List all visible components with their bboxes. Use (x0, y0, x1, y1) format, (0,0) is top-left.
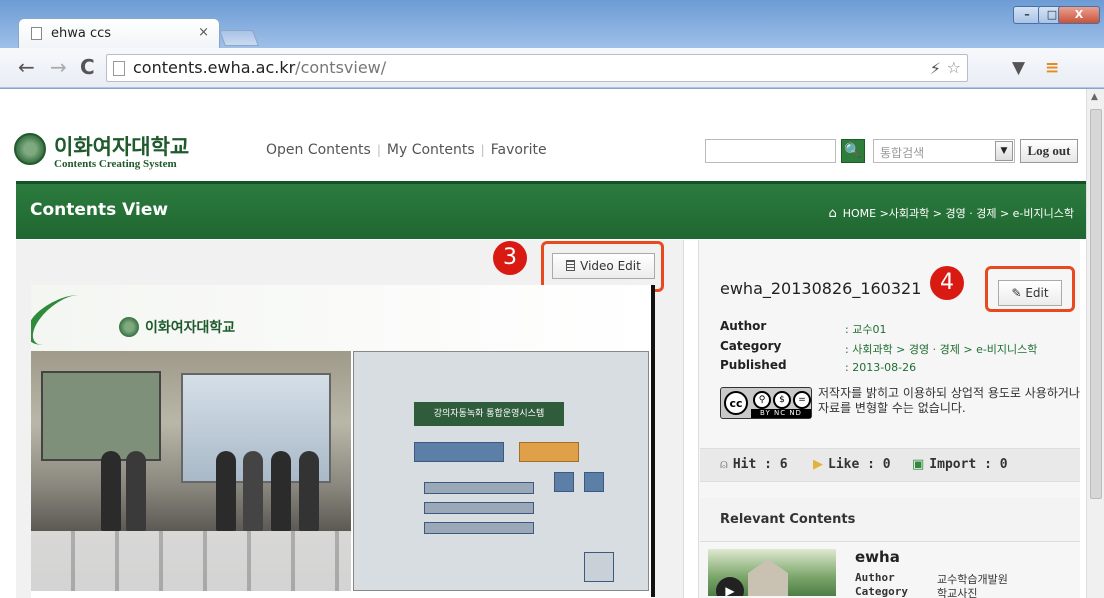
new-tab-button[interactable] (219, 30, 259, 46)
video-player[interactable]: 이화여자대학교 강의자동녹화 통합운영시스템 (31, 285, 655, 598)
chevron-down-icon[interactable]: ▼ (995, 141, 1013, 161)
slide-box (554, 472, 574, 492)
meta-label: Category (720, 339, 782, 353)
license-text: 저작자를 밝히고 이용하되 상업적 용도로 사용하거나 자료를 변형할 수는 없… (818, 386, 1080, 415)
noderivatives-icon: = (793, 391, 811, 409)
license-strip: BY NC ND (751, 409, 811, 418)
nav-open-contents[interactable]: Open Contents (266, 142, 371, 158)
noncommercial-icon: $ (773, 391, 791, 409)
page-icon (113, 61, 125, 76)
building-image (748, 559, 788, 596)
cc-icon: cc (724, 391, 748, 415)
person (243, 451, 263, 531)
minimize-button[interactable]: – (1013, 6, 1041, 24)
slide-box (584, 472, 604, 492)
back-icon[interactable]: ← (18, 57, 35, 77)
tab-close-icon[interactable]: × (198, 25, 209, 40)
step-marker-4: 4 (930, 266, 964, 300)
scrollbar-thumb[interactable] (1090, 109, 1102, 499)
relevant-item-thumbnail[interactable]: ▶ (708, 549, 836, 596)
slide-box (424, 482, 534, 494)
person (216, 451, 236, 531)
pocket-icon[interactable]: ▼ (1012, 58, 1025, 78)
import-icon: ▣ (912, 457, 925, 472)
slide-box (424, 502, 534, 514)
browser-titlebar: ehwa ccs × – □ X (0, 0, 1104, 48)
menu-icon[interactable]: ≡ (1045, 58, 1059, 78)
meta-label: Published (720, 358, 787, 372)
edit-highlight (985, 266, 1075, 312)
person (271, 451, 291, 531)
classroom-camera-feed (31, 351, 351, 591)
logo-subtitle: Contents Creating System (54, 158, 177, 170)
nav-my-contents[interactable]: My Contents (387, 142, 475, 158)
mouse-icon: ⍝ (720, 457, 728, 472)
reload-icon[interactable]: C (80, 57, 95, 77)
desks (31, 531, 351, 591)
meta-label: Author (720, 319, 767, 333)
slide-box (424, 522, 534, 534)
relevant-contents-header: Relevant Contents (700, 498, 1080, 542)
logout-button[interactable]: Log out (1020, 139, 1078, 163)
relevant-category-value: 학교사진 (937, 587, 978, 598)
video-edge (651, 285, 655, 597)
import-button[interactable]: ▣ Import : 0 (912, 457, 1008, 472)
bookmark-star-icon[interactable]: ☆ (947, 58, 961, 77)
meta-value[interactable]: : 사회과학 > 경영 · 경제 > e-비지니스학 (845, 341, 1037, 357)
browser-toolbar: ← → C contents.ewha.ac.kr/contsview/ ⚡ ☆… (0, 48, 1104, 88)
slide-box (414, 442, 504, 462)
attribution-icon: ⚲ (753, 391, 771, 409)
logo-title[interactable]: 이화여자대학교 (54, 131, 189, 161)
page-title: Contents View (30, 200, 169, 220)
slide-heading: 강의자동녹화 통합운영시스템 (414, 402, 564, 426)
tab-title: ehwa ccs (51, 26, 112, 41)
relevant-author-label: Author (855, 571, 895, 584)
page-title-bar: Contents View ⌂ HOME >사회과학 > 경영 · 경제 > e-… (16, 181, 1086, 239)
person (101, 451, 121, 531)
university-seal-logo[interactable] (14, 133, 46, 165)
breadcrumb: ⌂ HOME >사회과학 > 경영 · 경제 > e-비지니스학 (828, 205, 1074, 221)
address-bar[interactable]: contents.ewha.ac.kr/contsview/ ⚡ ☆ (106, 54, 968, 82)
url-text: contents.ewha.ac.kr/contsview/ (133, 58, 387, 77)
page-icon (31, 27, 42, 40)
browser-tab[interactable]: ehwa ccs × (18, 18, 220, 48)
forward-icon[interactable]: → (50, 57, 67, 77)
slide-box (584, 552, 614, 582)
home-icon[interactable]: ⌂ (828, 206, 836, 221)
play-icon[interactable]: ▶ (716, 577, 744, 596)
like-icon: ▶ (813, 457, 823, 472)
breadcrumb-text[interactable]: HOME >사회과학 > 경영 · 경제 > e-비지니스학 (843, 207, 1074, 220)
presentation-slide: 강의자동녹화 통합운영시스템 (353, 351, 649, 591)
search-icon[interactable]: 🔍 (841, 139, 865, 163)
person (126, 451, 146, 531)
slide-box (519, 442, 579, 462)
relevant-category-label: Category (855, 585, 908, 598)
meta-value: : 교수01 (845, 323, 887, 336)
search-input[interactable] (705, 139, 836, 163)
search-scope-select[interactable]: 통합검색 ▼ (873, 139, 1015, 163)
top-nav: Open Contents | My Contents | Favorite (266, 142, 547, 158)
hit-count: ⍝ Hit : 6 (720, 457, 788, 472)
search-scope-value: 통합검색 (880, 146, 925, 160)
content-title: ewha_20130826_160321 (720, 279, 922, 298)
meta-value: : 2013-08-26 (845, 361, 917, 374)
close-window-button[interactable]: X (1058, 6, 1100, 24)
scroll-up-icon[interactable]: ▲ (1091, 92, 1098, 102)
seal-icon (119, 317, 139, 337)
nav-favorite[interactable]: Favorite (491, 142, 547, 158)
person (299, 451, 319, 531)
extension-icon[interactable]: ⚡ (930, 59, 941, 78)
page-scrollbar[interactable]: ▲ (1086, 89, 1104, 598)
blackboard (41, 371, 161, 461)
like-button[interactable]: ▶ Like : 0 (813, 457, 891, 472)
video-overlay-logo: 이화여자대학교 (145, 320, 236, 336)
cc-license-badge[interactable]: cc ⚲ $ = BY NC ND (720, 387, 812, 419)
step-marker-3: 3 (493, 241, 527, 275)
relevant-item-title[interactable]: ewha (855, 548, 900, 566)
